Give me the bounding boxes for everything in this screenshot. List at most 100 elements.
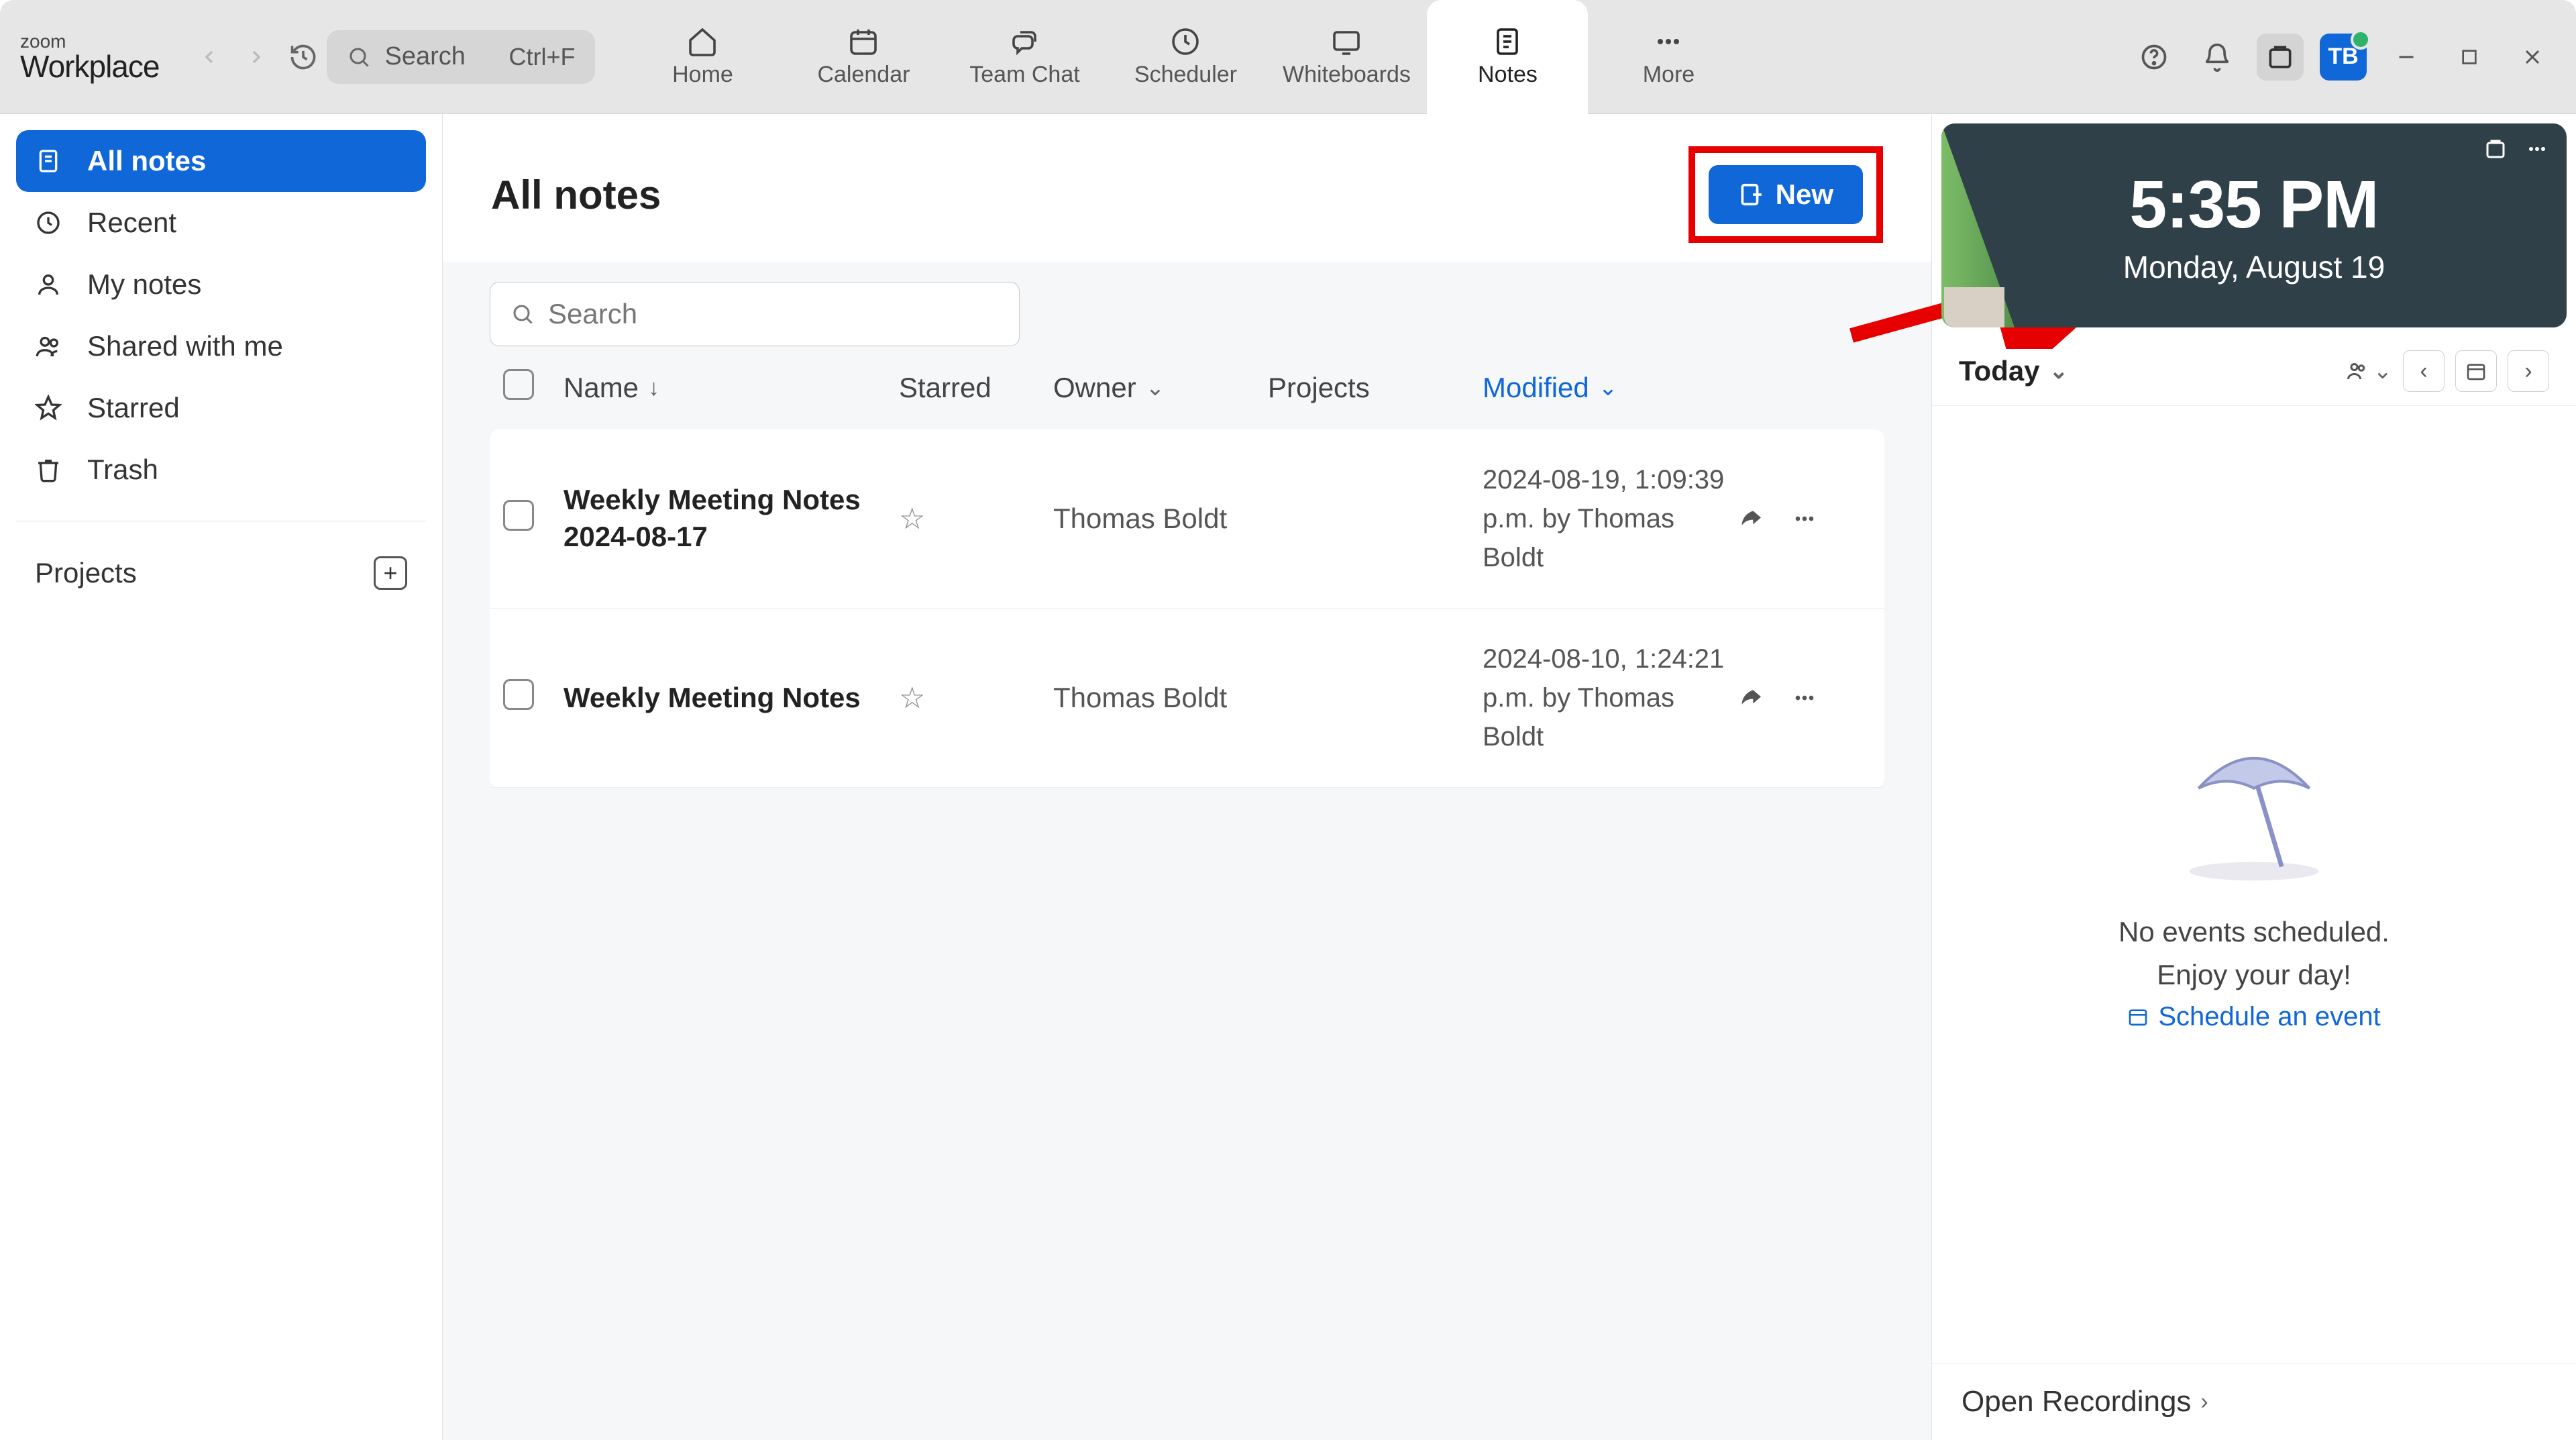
row-checkbox[interactable] [503, 500, 534, 531]
star-toggle[interactable]: ☆ [899, 681, 1053, 715]
sidebar-item-starred[interactable]: Starred [16, 377, 426, 439]
sidebar-item-label: Trash [87, 454, 158, 486]
tab-notes[interactable]: Notes [1427, 0, 1588, 114]
sidebar-item-label: My notes [87, 268, 201, 301]
topbar-right: TB [2131, 34, 2556, 81]
people-filter-button[interactable]: ⌄ [2345, 358, 2393, 384]
column-modified[interactable]: Modified⌄ [1483, 372, 1737, 404]
home-icon [686, 25, 718, 58]
new-note-button[interactable]: New [1709, 165, 1863, 224]
nav-back-button[interactable] [186, 34, 233, 81]
history-button[interactable] [280, 34, 327, 81]
star-icon [35, 395, 67, 421]
note-modified: 2024-08-10, 1:24:21 p.m. by Thomas Boldt [1483, 639, 1737, 756]
note-owner: Thomas Boldt [1053, 682, 1268, 714]
search-icon [347, 45, 371, 69]
clock-card: 5:35 PM Monday, August 19 [1941, 123, 2567, 327]
tab-whiteboards[interactable]: Whiteboards [1266, 0, 1427, 114]
top-bar: zoom Workplace Search Ctrl+F Home Calend… [0, 0, 2576, 114]
table-row[interactable]: Weekly Meeting Notes ☆ Thomas Boldt 2024… [490, 609, 1884, 788]
help-button[interactable] [2131, 34, 2178, 81]
note-name[interactable]: Weekly Meeting Notes [564, 680, 899, 717]
sidebar-item-recent[interactable]: Recent [16, 192, 426, 254]
column-name[interactable]: Name↓ [564, 372, 899, 404]
tab-more[interactable]: More [1588, 0, 1749, 114]
people-icon [35, 333, 67, 360]
tab-label: Team Chat [969, 62, 1079, 88]
brand-line1: zoom [20, 32, 159, 51]
chevron-right-icon: › [2200, 1389, 2208, 1415]
nav-forward-button[interactable] [233, 34, 280, 81]
table-row[interactable]: Weekly Meeting Notes 2024-08-17 ☆ Thomas… [490, 429, 1884, 609]
tab-scheduler[interactable]: Scheduler [1105, 0, 1266, 114]
clock-date: Monday, August 19 [2123, 249, 2385, 285]
row-more-button[interactable] [1791, 684, 1818, 711]
note-name[interactable]: Weekly Meeting Notes 2024-08-17 [564, 482, 899, 555]
column-starred[interactable]: Starred [899, 372, 1053, 404]
notes-search-input[interactable]: Search [490, 282, 1020, 346]
share-button[interactable] [1737, 684, 1764, 711]
apps-button[interactable] [2257, 34, 2304, 81]
star-toggle[interactable]: ☆ [899, 502, 1053, 536]
window-minimize-button[interactable] [2383, 34, 2430, 81]
add-project-button[interactable]: + [374, 556, 407, 590]
calendar-link-icon[interactable] [2483, 137, 2508, 161]
sidebar-item-label: Shared with me [87, 330, 283, 362]
person-icon [35, 271, 67, 298]
tab-team-chat[interactable]: Team Chat [944, 0, 1105, 114]
global-search[interactable]: Search Ctrl+F [327, 30, 595, 84]
sidebar-projects-label: Projects [35, 557, 137, 589]
sidebar-item-trash[interactable]: Trash [16, 439, 426, 501]
sidebar-item-label: All notes [87, 145, 206, 177]
whiteboard-icon [1330, 25, 1362, 58]
chevron-down-icon: ⌄ [2049, 358, 2069, 384]
window-maximize-button[interactable] [2446, 34, 2493, 81]
window-close-button[interactable] [2509, 34, 2556, 81]
note-icon [35, 148, 67, 174]
next-day-button[interactable]: › [2508, 350, 2549, 392]
column-projects[interactable]: Projects [1268, 372, 1483, 404]
sidebar-item-shared[interactable]: Shared with me [16, 315, 426, 377]
share-button[interactable] [1737, 505, 1764, 532]
sidebar: All notes Recent My notes Shared with me… [0, 114, 443, 1440]
tab-label: Home [672, 62, 733, 88]
row-checkbox[interactable] [503, 679, 534, 710]
chat-icon [1008, 25, 1040, 58]
plant-pot-decoration [1944, 287, 2004, 327]
calendar-picker-button[interactable] [2455, 350, 2497, 392]
column-owner[interactable]: Owner⌄ [1053, 372, 1268, 404]
tab-label: Calendar [817, 62, 910, 88]
brand-logo: zoom Workplace [20, 32, 159, 82]
tab-label: Notes [1478, 62, 1538, 88]
tab-label: Scheduler [1134, 62, 1237, 88]
new-button-label: New [1776, 178, 1833, 211]
recent-icon [35, 209, 67, 236]
sidebar-item-my-notes[interactable]: My notes [16, 254, 426, 315]
tab-calendar[interactable]: Calendar [783, 0, 944, 114]
row-more-button[interactable] [1791, 505, 1818, 532]
card-more-button[interactable] [2525, 137, 2549, 161]
notifications-button[interactable] [2194, 34, 2241, 81]
right-panel: 5:35 PM Monday, August 19 Today ⌄ ⌄ ‹ › … [1932, 114, 2576, 1440]
calendar-subheader: Today ⌄ ⌄ ‹ › [1932, 337, 2576, 406]
sidebar-item-all-notes[interactable]: All notes [16, 130, 426, 192]
trash-icon [35, 456, 67, 483]
chevron-down-icon: ⌄ [1146, 374, 1165, 401]
annotation-highlight-box: New [1688, 146, 1883, 243]
brand-line2: Workplace [20, 51, 159, 82]
schedule-event-link[interactable]: Schedule an event [2127, 1002, 2380, 1032]
search-placeholder: Search [384, 42, 495, 71]
select-all-checkbox[interactable] [503, 369, 534, 400]
empty-text-1: No events scheduled. [2118, 916, 2390, 948]
user-avatar[interactable]: TB [2320, 34, 2367, 81]
tab-home[interactable]: Home [622, 0, 783, 114]
tab-label: More [1643, 62, 1695, 88]
open-recordings-link[interactable]: Open Recordings › [1932, 1363, 2576, 1440]
tab-label: Whiteboards [1283, 62, 1411, 88]
prev-day-button[interactable]: ‹ [2403, 350, 2445, 392]
empty-text-2: Enjoy your day! [2157, 959, 2351, 991]
today-dropdown[interactable]: Today ⌄ [1959, 355, 2068, 387]
sidebar-projects[interactable]: Projects + [16, 542, 426, 605]
clock-icon [1169, 25, 1201, 58]
sidebar-item-label: Starred [87, 392, 180, 424]
